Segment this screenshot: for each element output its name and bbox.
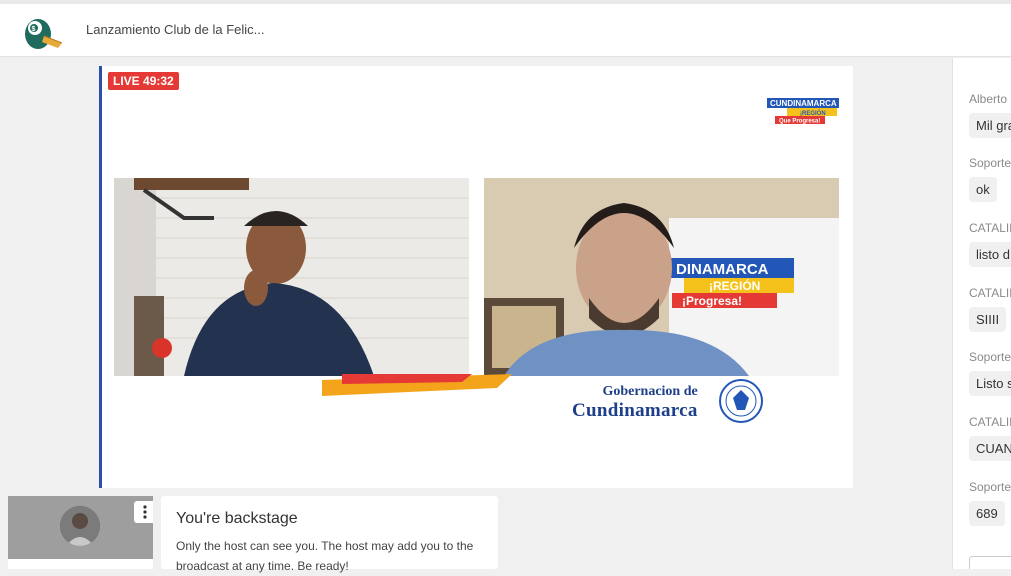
chat-message-author: Soporte — [969, 156, 1011, 170]
chat-message-author: Soporte — [969, 350, 1011, 364]
self-preview-name-bar — [8, 559, 153, 569]
gobernacion-seal-icon — [719, 379, 763, 423]
chat-message: CATALIN SIIII — [969, 286, 1011, 332]
chat-message-author: CATALIN — [969, 221, 1011, 235]
cundinamarca-brand-logo: CUNDINAMARCA ¡REGIÓN Que Progresa! — [767, 98, 839, 125]
chat-panel: Alberto Mil gra Soporte ok CATALIN listo… — [952, 58, 1011, 569]
backstage-notice: You're backstage Only the host can see y… — [161, 496, 498, 573]
chat-message-text: CUANT — [969, 436, 1011, 461]
brand-logo-line2: ¡REGIÓN — [800, 109, 826, 117]
chat-message-text: Mil gra — [969, 113, 1011, 138]
chat-message: Alberto Mil gra — [969, 92, 1011, 138]
decorative-brand-shape — [322, 374, 512, 396]
chat-message-text: 689 — [969, 501, 1005, 526]
avatar — [60, 506, 100, 546]
chat-message-author: Soporte — [969, 480, 1011, 494]
live-badge: LIVE 49:32 — [108, 72, 179, 90]
brand-logo-line3: Que Progresa! — [779, 119, 820, 125]
participant-video-right[interactable]: DINAMARCA ¡REGIÓN ¡Progresa! — [484, 178, 839, 376]
kebab-menu-icon — [143, 505, 147, 519]
self-preview-tile[interactable] — [8, 496, 153, 569]
duck-logo-icon[interactable]: $ — [20, 12, 64, 52]
live-timer: 49:32 — [143, 74, 174, 88]
chat-message: Soporte Listo s — [969, 350, 1011, 396]
chat-input[interactable] — [969, 556, 1011, 569]
chat-message-author: CATALIN — [969, 286, 1011, 300]
main-area: LIVE 49:32 CUNDINAMARCA ¡REGIÓN Que Prog… — [0, 58, 952, 573]
more-options-button[interactable] — [134, 501, 153, 523]
broadcast-stage: LIVE 49:32 CUNDINAMARCA ¡REGIÓN Que Prog… — [99, 66, 853, 488]
live-label: LIVE — [113, 74, 140, 88]
chat-message: CATALIN listo d — [969, 221, 1011, 267]
participant-right-image: DINAMARCA ¡REGIÓN ¡Progresa! — [484, 178, 839, 376]
banner-text-line2: ¡REGIÓN — [709, 278, 760, 293]
gobernacion-line2: Cundinamarca — [572, 400, 698, 421]
gobernacion-line1: Gobernacion de — [602, 384, 698, 399]
banner-text-line3: ¡Progresa! — [682, 294, 742, 308]
event-title: Lanzamiento Club de la Felic... — [86, 22, 265, 37]
chat-message-text: SIIII — [969, 307, 1007, 332]
participant-video-left[interactable] — [114, 178, 469, 376]
chat-message: Soporte ok — [969, 156, 1011, 202]
gobernacion-wordmark: Gobernacion de Cundinamarca — [572, 384, 698, 422]
backstage-title: You're backstage — [176, 510, 298, 527]
backstage-message: Only the host can see you. The host may … — [176, 539, 474, 573]
chat-message-text: ok — [969, 177, 997, 202]
svg-text:$: $ — [32, 26, 36, 33]
chat-message: CATALIN CUANT — [969, 415, 1011, 461]
participant-left-image — [114, 178, 469, 376]
chat-message: Soporte 689 — [969, 480, 1011, 526]
chat-message-author: Alberto — [969, 92, 1008, 106]
chat-message-text: listo d — [969, 242, 1011, 267]
top-bar: $ Lanzamiento Club de la Felic... — [0, 0, 1011, 57]
chat-message-author: CATALIN — [969, 415, 1011, 429]
brand-logo-line1: CUNDINAMARCA — [770, 99, 837, 108]
banner-text-line1: DINAMARCA — [676, 261, 769, 278]
chat-message-text: Listo s — [969, 371, 1011, 396]
